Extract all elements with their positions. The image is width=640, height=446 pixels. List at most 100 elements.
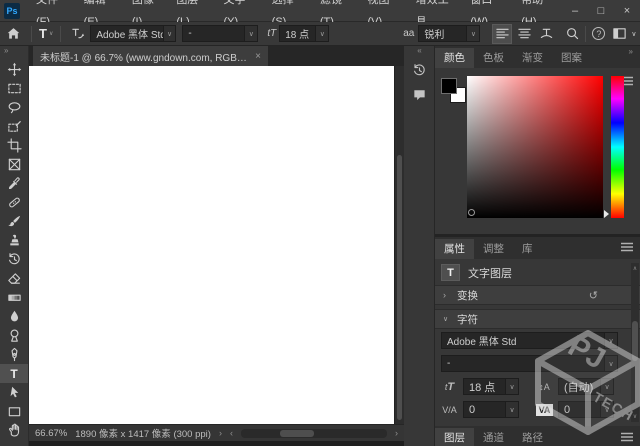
layers-panel: 图层 通道 路径 <box>435 426 640 446</box>
layer-type-label: 文字图层 <box>468 265 512 281</box>
help-icon[interactable]: ? <box>592 27 605 40</box>
path-selection-tool[interactable] <box>0 383 28 402</box>
status-expand-icon[interactable]: › <box>219 428 222 438</box>
scrollbar-thumb[interactable] <box>280 430 314 437</box>
tab-libraries[interactable]: 库 <box>513 239 542 259</box>
leading-select[interactable]: (自动) ∨ <box>558 378 614 395</box>
blur-tool[interactable] <box>0 307 28 326</box>
scroll-down-icon[interactable]: ∨ <box>631 413 639 420</box>
tool-bar: » T <box>0 46 29 446</box>
photoshop-window: Ps 文件(F) 编辑(E) 图像(I) 图层(L) 文字(Y) 选择(S) 滤… <box>0 0 640 446</box>
chevron-down-icon: ∨ <box>466 26 479 41</box>
warp-text-icon <box>539 26 554 41</box>
font-family-select[interactable]: Adobe 黑体 Std ∨ <box>90 25 176 42</box>
tab-layers[interactable]: 图层 <box>435 428 474 446</box>
chevron-down-icon: ∨ <box>505 379 518 394</box>
object-selection-tool[interactable] <box>0 117 28 136</box>
canvas-horizontal-scrollbar[interactable] <box>241 429 387 438</box>
font-family-value: Adobe 黑体 Std <box>96 26 163 41</box>
reset-icon[interactable]: ↺ <box>589 289 598 302</box>
pen-tool[interactable] <box>0 345 28 364</box>
tab-channels[interactable]: 通道 <box>474 428 513 446</box>
options-bar: T ∨ Adobe 黑体 Std ∨ - ∨ tT 18 点 ∨ aa 锐利 ∨ <box>0 22 640 46</box>
anti-alias-select[interactable]: 锐利 ∨ <box>418 25 480 42</box>
window-edge <box>29 441 404 446</box>
home-icon[interactable] <box>0 26 26 41</box>
chevron-down-icon[interactable]: ∨ <box>631 30 636 38</box>
foreground-color-swatch[interactable] <box>441 78 457 94</box>
document-tab[interactable]: 未标题-1 @ 66.7% (www.gndown.com, RGB/8) * … <box>33 46 268 66</box>
frame-tool[interactable] <box>0 155 28 174</box>
rectangle-tool[interactable] <box>0 402 28 421</box>
text-orientation-icon[interactable] <box>66 26 88 41</box>
spot-healing-brush-tool[interactable] <box>0 193 28 212</box>
properties-panel: 属性 调整 库 T 文字图层 › 变换 ↺ ∨ <box>435 237 640 426</box>
scroll-right-icon[interactable]: › <box>395 428 398 438</box>
warp-text-button[interactable] <box>536 24 556 44</box>
clone-stamp-tool[interactable] <box>0 231 28 250</box>
move-tool[interactable] <box>0 60 28 79</box>
saturation-brightness-field[interactable] <box>467 76 603 218</box>
align-center-button[interactable] <box>514 24 534 44</box>
tab-swatches[interactable]: 色板 <box>474 48 513 68</box>
tab-color[interactable]: 颜色 <box>435 48 474 68</box>
font-style-select[interactable]: - ∨ <box>182 25 258 42</box>
close-icon[interactable]: × <box>255 51 261 62</box>
tab-paths[interactable]: 路径 <box>513 428 552 446</box>
history-brush-tool[interactable] <box>0 250 28 269</box>
tab-adjustments[interactable]: 调整 <box>474 239 513 259</box>
character-section-header[interactable]: ∨ 字符 <box>435 309 640 329</box>
canvas[interactable] <box>29 66 394 424</box>
close-button[interactable]: × <box>614 0 640 22</box>
properties-scrollbar[interactable]: ∧ ∨ <box>631 263 639 422</box>
crop-tool[interactable] <box>0 136 28 155</box>
char-font-size-select[interactable]: 18 点 ∨ <box>463 378 519 395</box>
comment-icon <box>412 87 427 102</box>
hand-tool[interactable] <box>0 421 28 440</box>
font-style-value: - <box>188 28 191 39</box>
history-panel-button[interactable] <box>404 58 434 82</box>
scrollbar-thumb[interactable] <box>397 155 402 420</box>
tab-patterns[interactable]: 图案 <box>552 48 591 68</box>
zoom-level-field[interactable]: 66.67% <box>35 428 67 439</box>
separator <box>585 26 586 42</box>
align-left-button[interactable] <box>492 24 512 44</box>
font-size-icon: tT <box>441 381 458 393</box>
scroll-left-icon[interactable]: ‹ <box>230 428 233 438</box>
canvas-vertical-scrollbar[interactable] <box>394 66 404 424</box>
eyedropper-tool[interactable] <box>0 174 28 193</box>
lasso-tool[interactable] <box>0 98 28 117</box>
comments-panel-button[interactable] <box>404 82 434 106</box>
document-tab-title: 未标题-1 @ 66.7% (www.gndown.com, RGB/8) * <box>40 49 248 64</box>
scrollbar-thumb[interactable] <box>632 321 638 361</box>
dodge-tool[interactable] <box>0 326 28 345</box>
panel-menu-icon[interactable] <box>621 242 634 255</box>
kerning-select[interactable]: 0 ∨ <box>463 401 519 418</box>
minimize-button[interactable]: – <box>562 0 588 22</box>
tracking-select[interactable]: 0 ∨ <box>558 401 614 418</box>
gradient-tool[interactable] <box>0 288 28 307</box>
char-font-family-select[interactable]: Adobe 黑体 Std ∨ <box>441 332 618 349</box>
font-size-value: 18 点 <box>285 26 309 41</box>
tab-gradients[interactable]: 渐变 <box>513 48 552 68</box>
panel-menu-icon[interactable] <box>621 432 634 445</box>
type-tool[interactable]: T <box>0 364 28 383</box>
search-icon[interactable] <box>561 26 583 41</box>
transform-section-header[interactable]: › 变换 ↺ <box>435 285 640 305</box>
rectangular-marquee-tool[interactable] <box>0 79 28 98</box>
scroll-up-icon[interactable]: ∧ <box>631 265 639 272</box>
brush-tool[interactable] <box>0 212 28 231</box>
toolbar-collapse-icon[interactable]: » <box>0 46 28 60</box>
font-size-select[interactable]: 18 点 ∨ <box>279 25 329 42</box>
type-tool-preset[interactable]: T ∨ <box>39 26 53 41</box>
collapse-panels-icon[interactable]: » <box>629 47 632 56</box>
char-font-style-select[interactable]: - ∨ <box>441 355 618 372</box>
chevron-down-icon: ∨ <box>244 26 257 41</box>
color-swatches <box>441 78 469 106</box>
eraser-tool[interactable] <box>0 269 28 288</box>
hue-slider[interactable] <box>611 76 624 218</box>
expand-panels-icon[interactable]: « <box>404 46 434 58</box>
tab-properties[interactable]: 属性 <box>435 239 474 259</box>
maximize-button[interactable]: □ <box>588 0 614 22</box>
workspace-switcher-icon[interactable] <box>609 26 629 41</box>
